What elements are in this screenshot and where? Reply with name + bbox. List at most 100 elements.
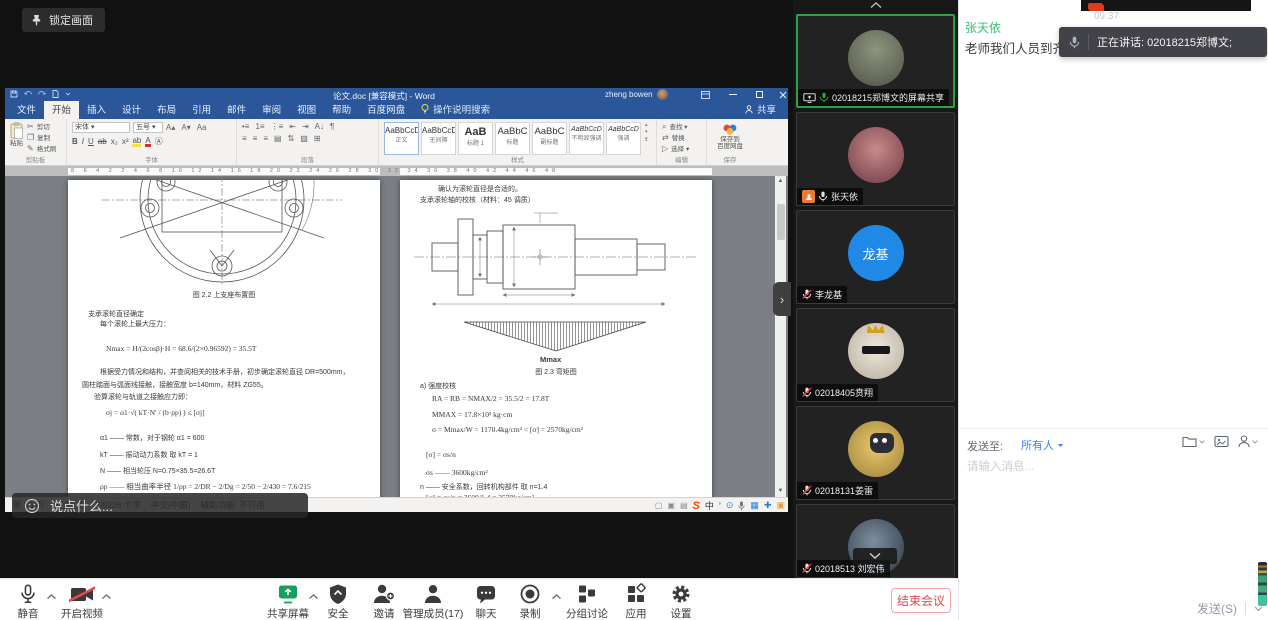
document-scrollbar[interactable]: ▲ ▼ xyxy=(775,176,786,497)
font-size-select[interactable]: 五号 ▾ xyxy=(133,122,163,133)
underline-button[interactable]: U xyxy=(88,137,94,146)
save-to-baidu-pan-button[interactable]: 保存到 百度网盘 xyxy=(712,123,748,150)
participant-tile[interactable]: 张天依 xyxy=(796,112,955,206)
paste-button[interactable]: 粘贴 xyxy=(10,122,23,155)
web-layout-icon[interactable]: ▤ xyxy=(680,501,688,510)
video-options-chevron[interactable] xyxy=(101,593,112,600)
participants-scroll-up[interactable] xyxy=(793,1,958,9)
find-button[interactable]: ⌕查找 ▾ xyxy=(662,122,701,133)
pin-view-button[interactable]: 锁定画面 xyxy=(22,8,105,32)
minimize-button[interactable] xyxy=(723,88,743,101)
sogou-logo-icon[interactable]: S xyxy=(693,500,700,512)
new-document-icon[interactable] xyxy=(52,90,59,98)
horizontal-ruler[interactable]: 8 6 4 2 2 4 6 8 10 12 14 16 18 20 22 24 … xyxy=(5,166,788,176)
record-button[interactable]: 录制 xyxy=(498,583,562,620)
style-subtitle[interactable]: AaBbC 副标题 xyxy=(532,122,567,155)
panel-collapse-tab[interactable]: › xyxy=(773,282,791,316)
word-account-avatar[interactable] xyxy=(657,89,668,100)
ime-emoji-icon[interactable]: ⊙ xyxy=(726,500,734,511)
justify-icon[interactable]: ▤ xyxy=(274,134,282,143)
replace-button[interactable]: ⇄替换 xyxy=(662,133,701,144)
tab-review[interactable]: 审阅 xyxy=(254,99,289,119)
message-input[interactable]: 请输入消息... xyxy=(967,458,1034,474)
chat-sender-name[interactable]: 张天依 xyxy=(965,19,1001,36)
ime-toolbox-icon[interactable]: ✚ xyxy=(764,500,772,511)
bullets-icon[interactable]: •≡ xyxy=(242,122,249,131)
participant-tile[interactable]: 02018513 刘宏伟 xyxy=(796,504,955,578)
participant-tile[interactable]: 龙基 李龙基 xyxy=(796,210,955,304)
style-normal[interactable]: AaBbCcD 正文 xyxy=(384,122,419,155)
participant-tile[interactable]: 02018131姜雷 xyxy=(796,406,955,500)
tab-baidu-pan[interactable]: 百度网盘 xyxy=(359,99,413,119)
grow-font-icon[interactable]: A▴ xyxy=(166,123,175,132)
italic-button[interactable]: I xyxy=(82,137,84,146)
ime-language-icon[interactable]: 中 xyxy=(705,499,714,512)
tell-me-search[interactable]: 操作说明搜索 xyxy=(413,99,498,119)
emoji-icon[interactable] xyxy=(24,498,40,514)
tab-mailings[interactable]: 邮件 xyxy=(219,99,254,119)
start-video-button[interactable]: 开启视频 xyxy=(50,583,114,620)
ime-punctuation-icon[interactable]: ’ xyxy=(719,501,721,511)
style-no-spacing[interactable]: AaBbCcD 无间隔 xyxy=(421,122,456,155)
multilevel-list-icon[interactable]: ⋮≡ xyxy=(271,122,284,131)
qat-dropdown-icon[interactable] xyxy=(65,92,71,96)
scroll-down-arrow[interactable]: ▼ xyxy=(775,486,786,497)
participant-tile[interactable]: 02018405贲翔 xyxy=(796,308,955,402)
share-button[interactable]: 共享 xyxy=(733,99,788,119)
read-mode-icon[interactable]: ▢ xyxy=(655,501,663,510)
styles-gallery-more[interactable]: ▾̲ xyxy=(645,136,648,142)
restore-button[interactable] xyxy=(749,88,769,101)
strikethrough-button[interactable]: ab xyxy=(98,137,107,146)
participant-tile-sharing[interactable]: 02018215郑博文的屏幕共享 xyxy=(796,14,955,108)
styles-scroll-down[interactable]: ▾ xyxy=(645,129,648,135)
send-options-chevron[interactable] xyxy=(1254,606,1263,612)
document-area[interactable]: 图 2.2 上支座布置图 支承滚轮直径确定 每个滚轮上最大压力： Nmax = … xyxy=(5,176,788,497)
increase-indent-icon[interactable]: ⇥ xyxy=(302,122,309,131)
tab-layout[interactable]: 布局 xyxy=(149,99,184,119)
style-emphasis[interactable]: AaBbCcD 强调 xyxy=(606,122,641,155)
tab-design[interactable]: 设计 xyxy=(114,99,149,119)
redo-icon[interactable] xyxy=(38,90,46,98)
tab-home[interactable]: 开始 xyxy=(44,99,79,119)
tab-file[interactable]: 文件 xyxy=(9,99,44,119)
style-heading-1[interactable]: AaB 标题 1 xyxy=(458,122,493,155)
shading-icon[interactable]: ▨ xyxy=(300,134,308,143)
borders-icon[interactable]: ⊞ xyxy=(314,134,321,143)
style-title[interactable]: AaBbC 标题 xyxy=(495,122,530,155)
font-name-select[interactable]: 宋体 ▾ xyxy=(72,122,130,133)
screenshot-button[interactable] xyxy=(1214,435,1229,448)
change-case-icon[interactable]: Aa xyxy=(197,123,207,132)
align-left-icon[interactable]: ≡ xyxy=(242,134,247,143)
copy-button[interactable]: ❐复制 xyxy=(27,133,56,144)
send-button[interactable]: 发送(S) xyxy=(1197,600,1237,617)
close-button[interactable] xyxy=(773,88,793,101)
ime-keyboard-icon[interactable]: ▦ xyxy=(750,500,759,511)
tab-insert[interactable]: 插入 xyxy=(79,99,114,119)
style-subtle-emphasis[interactable]: AaBbCcD 不明显强调 xyxy=(569,122,604,155)
scrollbar-thumb[interactable] xyxy=(777,204,785,240)
align-right-icon[interactable]: ≡ xyxy=(263,134,268,143)
line-spacing-icon[interactable]: ⇅ xyxy=(288,134,295,143)
undo-icon[interactable] xyxy=(24,90,32,98)
align-center-icon[interactable]: ≡ xyxy=(253,134,258,143)
tab-references[interactable]: 引用 xyxy=(184,99,219,119)
tab-view[interactable]: 视图 xyxy=(289,99,324,119)
ime-skin-icon[interactable]: ▣ xyxy=(776,500,785,511)
tab-help[interactable]: 帮助 xyxy=(324,99,359,119)
subscript-button[interactable]: x₂ xyxy=(111,137,118,146)
print-layout-icon[interactable]: ▣ xyxy=(667,501,675,510)
end-meeting-button[interactable]: 结束会议 xyxy=(891,588,951,613)
bold-button[interactable]: B xyxy=(72,137,78,146)
ribbon-display-options-button[interactable] xyxy=(695,88,715,101)
pilcrow-icon[interactable]: ¶ xyxy=(330,122,334,131)
sort-icon[interactable]: A↓ xyxy=(315,122,324,131)
send-to-select[interactable]: 所有人 xyxy=(1021,437,1064,453)
ime-mic-icon[interactable] xyxy=(738,501,745,511)
cut-button[interactable]: ✂剪切 xyxy=(27,122,56,133)
decrease-indent-icon[interactable]: ⇤ xyxy=(289,122,296,131)
font-color-button[interactable]: A xyxy=(145,137,150,147)
file-button[interactable] xyxy=(1182,435,1205,448)
member-message-button[interactable] xyxy=(1238,435,1258,448)
participants-scroll-down[interactable] xyxy=(853,548,897,564)
styles-scroll-up[interactable]: ▴ xyxy=(645,122,648,128)
